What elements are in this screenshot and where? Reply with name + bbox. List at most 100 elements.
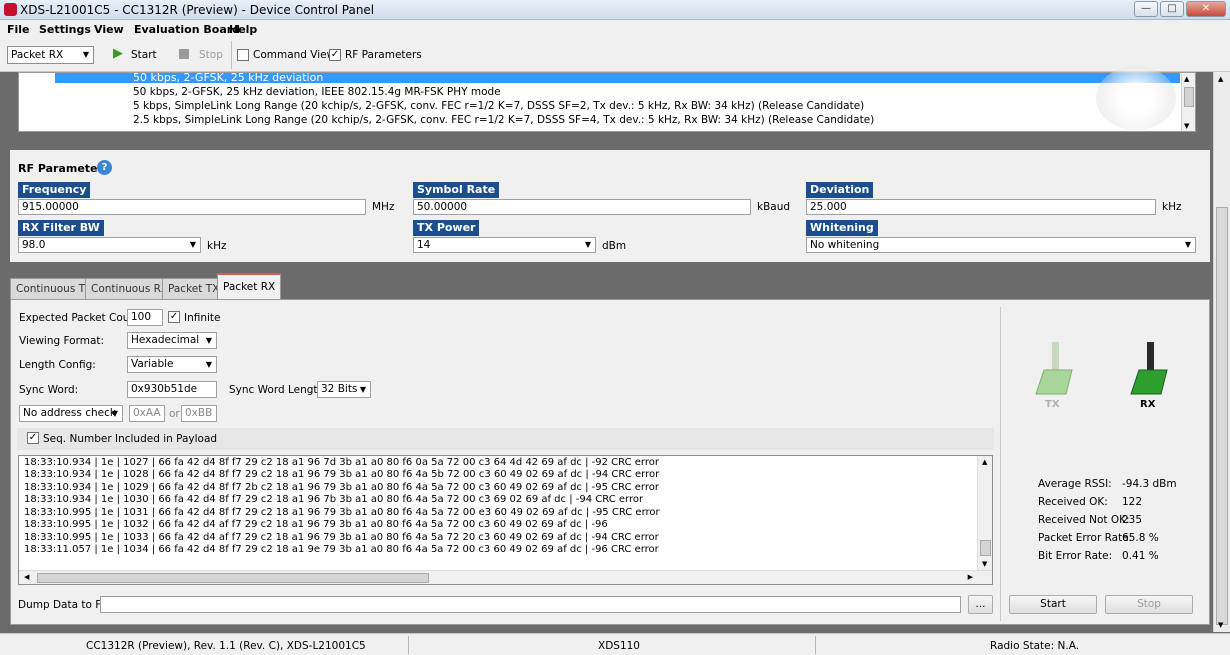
phy-item[interactable]: 2.5 kbps, SimpleLink Long Range (20 kchi… — [133, 114, 874, 126]
minimize-button[interactable]: — — [1134, 1, 1158, 17]
address-check-value: No address check — [23, 407, 116, 419]
scroll-thumb[interactable] — [980, 540, 991, 556]
tab-packet-rx[interactable]: Packet RX — [217, 273, 282, 299]
chevron-down-icon: ▼ — [1184, 240, 1191, 249]
packet-log[interactable]: 18:33:10.934 | 1e | 1027 | 66 fa 42 d4 8… — [18, 455, 993, 585]
phy-list-scrollbar[interactable]: ▲ ▼ — [1181, 73, 1195, 131]
log-line: 18:33:10.934 | 1e | 1030 | 66 fa 42 d4 8… — [24, 494, 644, 505]
average-rssi-value: -94.3 dBm — [1122, 478, 1177, 490]
browse-button[interactable]: ... — [968, 595, 993, 614]
close-button[interactable]: ✕ — [1186, 1, 1226, 17]
stop-button[interactable]: Stop — [1105, 595, 1193, 614]
received-ok-value: 122 — [1122, 496, 1143, 508]
seq-number-checkbox[interactable]: ✓ — [27, 432, 39, 444]
tx-power-unit: dBm — [602, 240, 627, 252]
main-vscrollbar[interactable]: ▲ ▼ — [1213, 72, 1230, 632]
log-line: 18:33:10.934 | 1e | 1028 | 66 fa 42 d4 8… — [24, 469, 660, 480]
tab-continuous-rx[interactable]: Continuous RX — [85, 278, 175, 299]
toolbar-divider — [231, 41, 232, 69]
scroll-down-icon[interactable]: ▼ — [982, 560, 987, 568]
or-label: or — [169, 408, 180, 420]
toolbar-stop-button[interactable]: Stop — [199, 49, 223, 61]
status-divider — [815, 636, 816, 654]
chevron-down-icon: ▼ — [189, 240, 196, 249]
whitening-select[interactable]: No whitening ▼ — [806, 237, 1196, 253]
expected-count-input[interactable]: 100 — [127, 309, 163, 326]
dump-file-input[interactable] — [100, 596, 961, 613]
log-line: 18:33:11.057 | 1e | 1034 | 66 fa 42 d4 8… — [24, 544, 659, 555]
scroll-up-icon[interactable]: ▲ — [1218, 75, 1223, 83]
average-rssi-label: Average RSSI: — [1038, 478, 1112, 490]
sync-word-input[interactable]: 0x930b51de — [127, 381, 217, 398]
play-icon[interactable]: ▶ — [113, 46, 123, 61]
scroll-right-icon[interactable]: ▶ — [968, 573, 973, 581]
log-vscrollbar[interactable]: ▲ ▼ — [977, 456, 992, 570]
sync-word-length-select[interactable]: 32 Bits ▼ — [317, 381, 371, 398]
start-button[interactable]: Start — [1009, 595, 1097, 614]
scroll-down-icon[interactable]: ▼ — [1184, 122, 1189, 130]
sync-word-length-value: 32 Bits — [321, 383, 358, 395]
status-bar: CC1312R (Preview), Rev. 1.1 (Rev. C), XD… — [0, 633, 1230, 655]
chevron-down-icon: ▼ — [359, 385, 366, 394]
whitening-value: No whitening — [810, 239, 880, 251]
address-check-select[interactable]: No address check ▼ — [19, 405, 123, 422]
phy-item-selected[interactable]: 50 kbps, 2-GFSK, 25 kHz deviation — [55, 73, 1180, 84]
viewing-format-label: Viewing Format: — [19, 335, 105, 347]
deviation-input[interactable]: 25.000 — [806, 199, 1156, 215]
scroll-thumb[interactable] — [37, 573, 429, 583]
menu-settings[interactable]: Settings — [39, 23, 91, 36]
menu-view[interactable]: View — [94, 23, 124, 36]
length-config-value: Variable — [131, 358, 174, 370]
received-not-ok-value: 235 — [1122, 514, 1143, 526]
tx-power-label: TX Power — [413, 220, 480, 236]
scroll-down-icon[interactable]: ▼ — [1218, 621, 1223, 629]
menu-help[interactable]: Help — [229, 23, 257, 36]
menu-bar: File Settings View Evaluation Board Help — [0, 20, 1230, 38]
rx-filter-bw-label: RX Filter BW — [18, 220, 104, 236]
chevron-down-icon: ▼ — [584, 240, 591, 249]
scroll-up-icon[interactable]: ▲ — [1184, 75, 1189, 83]
address2-input[interactable]: 0xBB — [181, 405, 217, 422]
address1-input[interactable]: 0xAA — [129, 405, 165, 422]
menu-evaluation-board[interactable]: Evaluation Board — [134, 23, 240, 36]
mode-select[interactable]: Packet RX ▼ — [7, 46, 94, 64]
device-status: CC1312R (Preview), Rev. 1.1 (Rev. C), XD… — [86, 640, 366, 652]
chevron-down-icon: ▼ — [205, 360, 212, 369]
phy-list[interactable]: 50 kbps, 2-GFSK, 25 kHz deviation 50 kbp… — [18, 72, 1196, 132]
panel-divider — [1000, 307, 1001, 621]
phy-item[interactable]: 50 kbps, 2-GFSK, 25 kHz deviation, IEEE … — [133, 86, 501, 98]
toolbar-start-button[interactable]: Start — [131, 49, 157, 61]
length-config-label: Length Config: — [19, 359, 96, 371]
phy-item[interactable]: 5 kbps, SimpleLink Long Range (20 kchip/… — [133, 100, 864, 112]
scroll-left-icon[interactable]: ◀ — [24, 573, 29, 581]
scroll-thumb[interactable] — [1216, 207, 1228, 625]
log-line: 18:33:10.995 | 1e | 1032 | 66 fa 42 d4 a… — [24, 519, 608, 530]
scroll-thumb[interactable] — [1184, 87, 1194, 107]
rf-parameters-label: RF Parameters — [345, 49, 422, 61]
menu-file[interactable]: File — [7, 23, 30, 36]
command-view-checkbox[interactable] — [237, 49, 249, 61]
tx-power-select[interactable]: 14 ▼ — [413, 237, 596, 253]
received-ok-label: Received OK: — [1038, 496, 1108, 508]
help-icon[interactable]: ? — [97, 160, 112, 175]
frequency-input[interactable]: 915.00000 — [18, 199, 366, 215]
log-hscrollbar[interactable]: ◀ ▶ — [19, 570, 992, 584]
chevron-down-icon: ▼ — [111, 409, 118, 418]
maximize-button[interactable]: □ — [1160, 1, 1184, 17]
frequency-unit: MHz — [372, 201, 395, 213]
length-config-select[interactable]: Variable ▼ — [127, 356, 217, 373]
rf-parameters-checkbox[interactable]: ✓ — [329, 49, 341, 61]
seq-number-label: Seq. Number Included in Payload — [43, 433, 218, 445]
viewing-format-select[interactable]: Hexadecimal ▼ — [127, 332, 217, 349]
received-not-ok-label: Received Not OK: — [1038, 514, 1130, 526]
infinite-checkbox[interactable]: ✓ — [168, 311, 180, 323]
symbol-rate-input[interactable]: 50.00000 — [413, 199, 751, 215]
chevron-down-icon: ▼ — [82, 50, 89, 59]
tab-packet-tx[interactable]: Packet TX — [162, 278, 226, 299]
scroll-up-icon[interactable]: ▲ — [982, 458, 987, 466]
title-bar: XDS-L21001C5 - CC1312R (Preview) - Devic… — [0, 0, 1230, 20]
log-line: 18:33:10.995 | 1e | 1031 | 66 fa 42 d4 8… — [24, 507, 660, 518]
stop-icon[interactable] — [179, 49, 189, 59]
rx-filter-bw-select[interactable]: 98.0 ▼ — [18, 237, 201, 253]
frequency-label: Frequency — [18, 182, 91, 198]
